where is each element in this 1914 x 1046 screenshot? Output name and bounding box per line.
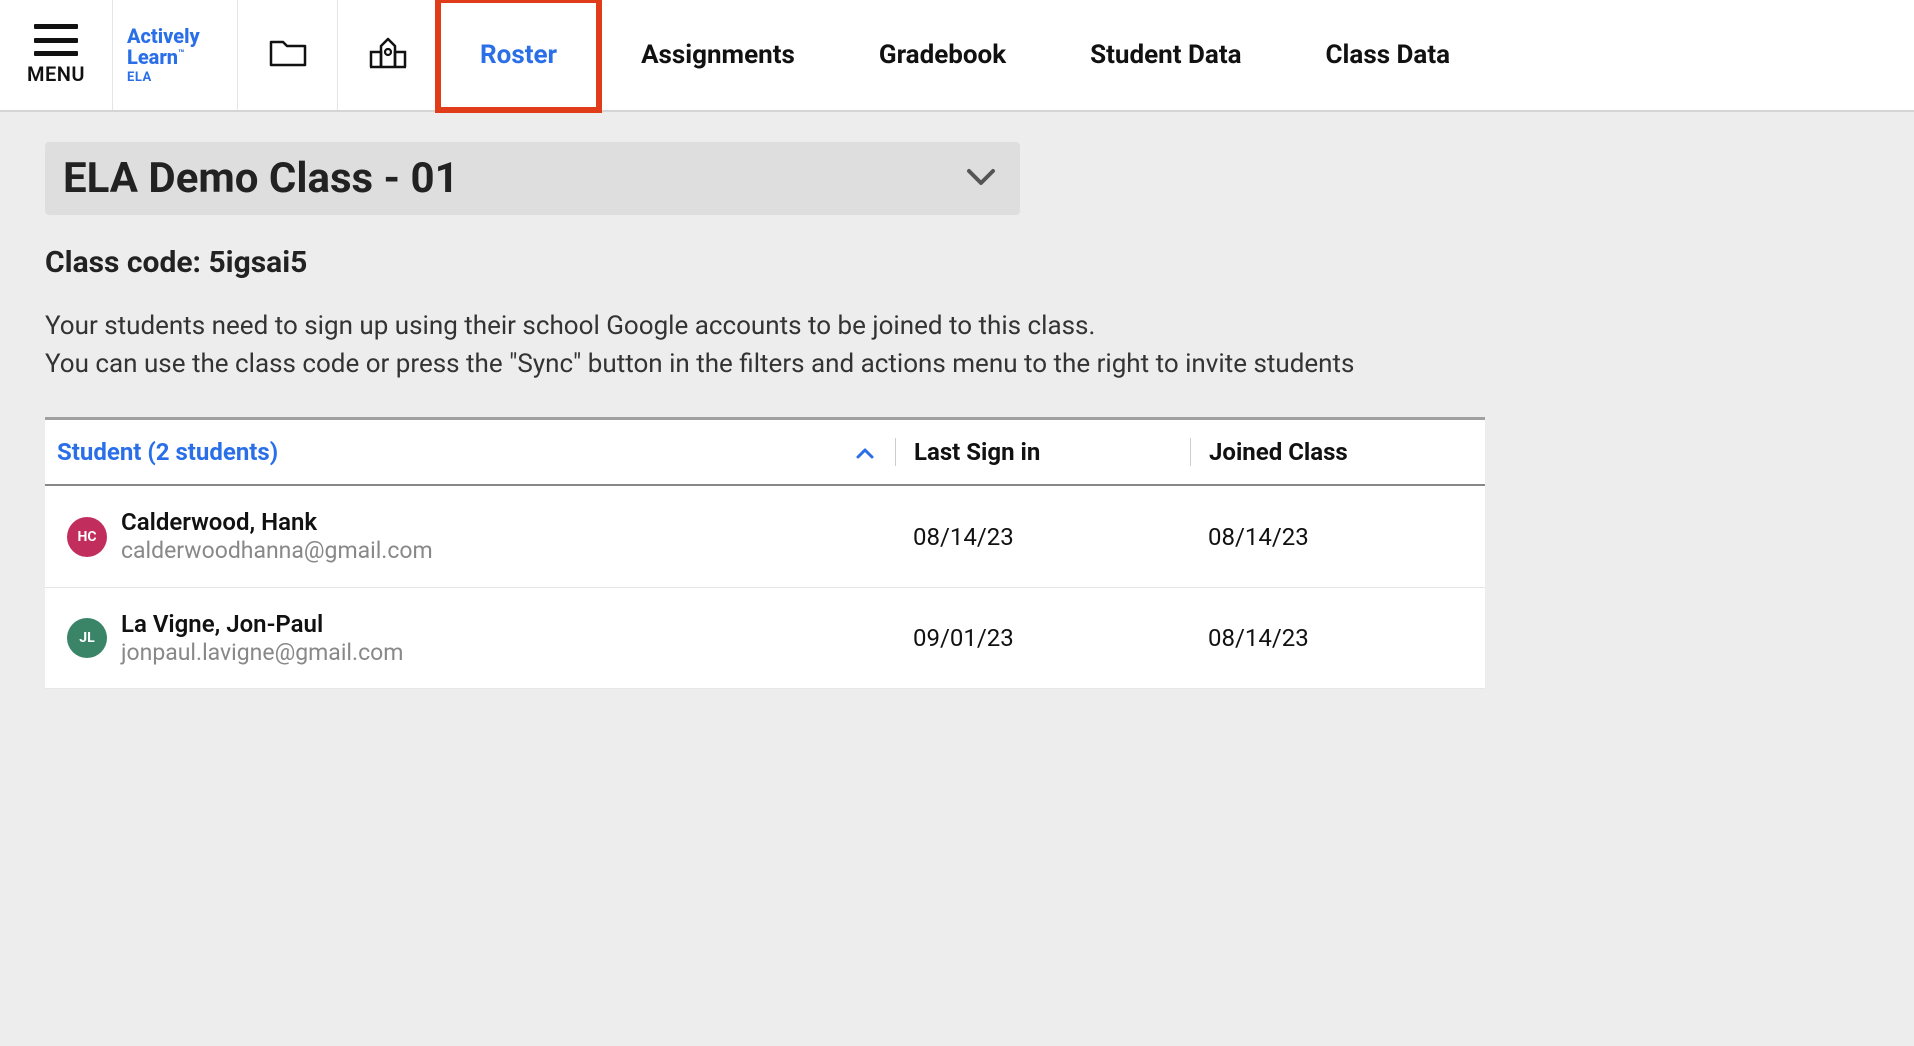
school-nav-button[interactable] (338, 0, 438, 110)
column-header-student[interactable]: Student (2 students) (45, 438, 895, 466)
student-email: jonpaul.lavigne@gmail.com (121, 639, 403, 667)
class-selector-dropdown[interactable]: ELA Demo Class - 01 (45, 142, 1020, 215)
joined-class-value: 08/14/23 (1190, 624, 1485, 652)
tab-assignments[interactable]: Assignments (599, 0, 837, 110)
school-icon (368, 36, 408, 74)
table-row[interactable]: HC Calderwood, Hank calderwoodhanna@gmai… (45, 486, 1485, 587)
content: ELA Demo Class - 01 Class code: 5igsai5 … (0, 112, 1914, 1046)
topbar: MENU Actively Learn™ ELA Roster Assignme… (0, 0, 1914, 112)
avatar: HC (67, 517, 107, 557)
class-selector-title: ELA Demo Class - 01 (63, 154, 459, 203)
roster-table: Student (2 students) Last Sign in Joined… (45, 417, 1485, 689)
menu-button[interactable]: MENU (0, 0, 113, 110)
info-text: Your students need to sign up using thei… (45, 308, 1485, 383)
logo-sub: ELA (127, 70, 152, 85)
student-name: Calderwood, Hank (121, 508, 433, 537)
chevron-down-icon (966, 168, 996, 190)
folder-icon (269, 38, 307, 72)
last-sign-in-value: 08/14/23 (895, 523, 1190, 551)
student-email: calderwoodhanna@gmail.com (121, 537, 433, 565)
column-header-joined-class[interactable]: Joined Class (1190, 438, 1485, 466)
logo-line2: Learn™ (127, 47, 184, 68)
logo-line1: Actively (127, 26, 200, 47)
hamburger-icon (34, 24, 78, 56)
sort-asc-icon (855, 438, 875, 466)
tab-gradebook[interactable]: Gradebook (837, 0, 1048, 110)
tab-class-data[interactable]: Class Data (1284, 0, 1493, 110)
logo[interactable]: Actively Learn™ ELA (113, 0, 238, 110)
avatar: JL (67, 618, 107, 658)
folder-nav-button[interactable] (238, 0, 338, 110)
class-code-label: Class code: 5igsai5 (45, 245, 1914, 280)
joined-class-value: 08/14/23 (1190, 523, 1485, 551)
tab-student-data[interactable]: Student Data (1048, 0, 1283, 110)
table-header: Student (2 students) Last Sign in Joined… (45, 420, 1485, 486)
table-row[interactable]: JL La Vigne, Jon-Paul jonpaul.lavigne@gm… (45, 588, 1485, 689)
column-header-last-sign-in[interactable]: Last Sign in (895, 438, 1190, 466)
menu-label: MENU (27, 62, 85, 86)
last-sign-in-value: 09/01/23 (895, 624, 1190, 652)
nav-tabs: Roster Assignments Gradebook Student Dat… (438, 0, 1914, 110)
tab-roster[interactable]: Roster (438, 0, 599, 110)
student-name: La Vigne, Jon-Paul (121, 610, 403, 639)
